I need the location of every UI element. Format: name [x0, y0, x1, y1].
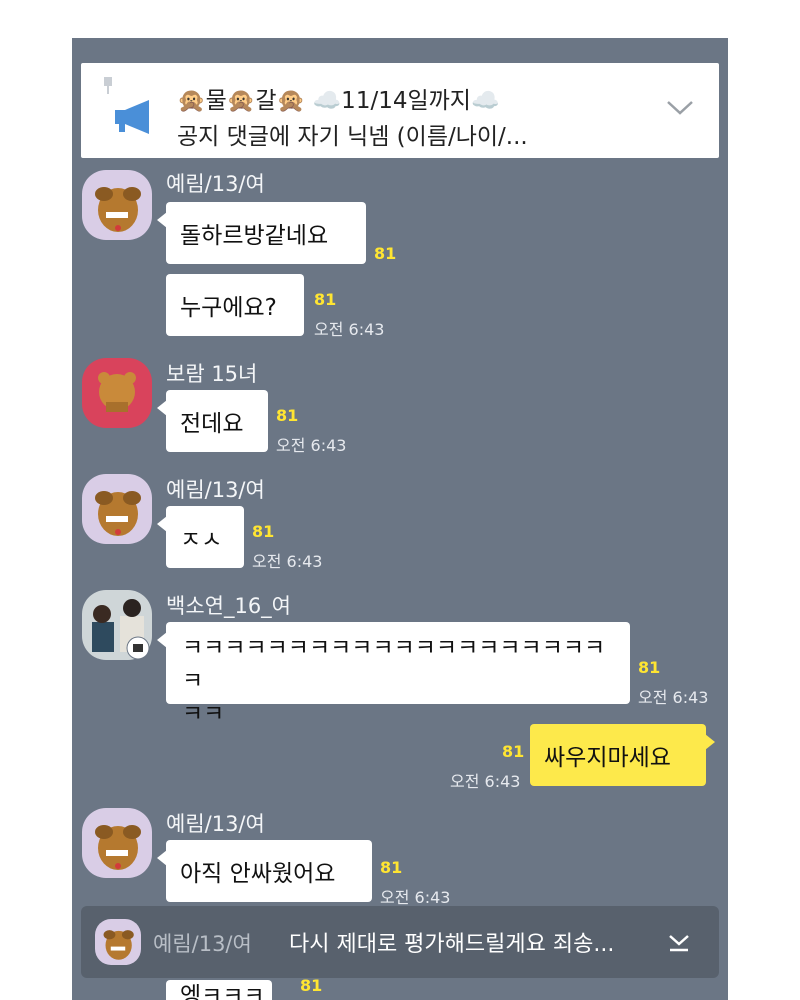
preview-text: 다시 제대로 평가해드릴게요 죄송... — [289, 932, 615, 957]
avatar[interactable] — [82, 358, 152, 428]
chat-screen: 🙊물🙊갈🙊 ☁️11/14일까지☁️ 공지 댓글에 자기 닉넴 (이름/나이/.… — [72, 38, 728, 1000]
unread-count: 81 — [374, 244, 397, 263]
message-line: ㅋㅋㅋㅋㅋㅋㅋㅋㅋㅋㅋㅋㅋㅋㅋㅋㅋㅋㅋㅋㅋ — [182, 635, 606, 694]
timestamp: 오전 6:43 — [450, 772, 521, 791]
chat-badge-icon — [126, 636, 150, 660]
unread-count: 81 — [276, 406, 299, 425]
message-bubble[interactable]: ㅋㅋㅋㅋㅋㅋㅋㅋㅋㅋㅋㅋㅋㅋㅋㅋㅋㅋㅋㅋㅋ ㅋㅋ — [157, 622, 630, 727]
timestamp: 오전 6:43 — [638, 688, 709, 707]
chevron-down-icon[interactable] — [665, 97, 695, 117]
avatar[interactable] — [82, 808, 152, 878]
unread-count: 81 — [314, 290, 337, 309]
unread-count: 81 — [502, 742, 525, 761]
avatar[interactable] — [82, 474, 152, 544]
message-bubble[interactable]: 전데요 — [157, 390, 268, 452]
scroll-down-icon[interactable] — [667, 930, 691, 954]
pin-icon — [104, 77, 112, 94]
timestamp: 오전 6:43 — [252, 552, 323, 571]
sender-name: 예림/13/여 — [166, 478, 265, 502]
timestamp: 오전 6:43 — [276, 436, 347, 455]
timestamp: 오전 6:43 — [314, 320, 385, 339]
my-message-bubble[interactable]: 싸우지마세요 — [530, 724, 715, 786]
preview-sender: 예림/13/여 — [153, 932, 252, 956]
megaphone-icon — [115, 100, 149, 134]
notice-body: 공지 댓글에 자기 닉넴 (이름/나이/... — [177, 124, 528, 150]
sender-name: 보람 15녀 — [166, 362, 258, 386]
avatar[interactable] — [82, 170, 152, 240]
message-bubble[interactable]: ㅈㅅ — [157, 506, 244, 568]
unread-count: 81 — [638, 658, 661, 677]
message-bubble[interactable]: 아직 안싸웠어요 — [157, 840, 372, 902]
avatar — [95, 919, 141, 965]
unread-count: 81 — [300, 976, 323, 995]
message-bubble[interactable]: 누구에요? — [166, 274, 304, 336]
new-message-preview[interactable]: 예림/13/여 다시 제대로 평가해드릴게요 죄송... — [81, 906, 719, 978]
sender-name: 예림/13/여 — [166, 812, 265, 836]
sender-name: 백소연_16_여 — [166, 594, 292, 618]
message-bubble[interactable]: 돌하르방같네요 — [157, 202, 366, 264]
unread-count: 81 — [380, 858, 403, 877]
notice-banner[interactable]: 🙊물🙊갈🙊 ☁️11/14일까지☁️ 공지 댓글에 자기 닉넴 (이름/나이/.… — [81, 63, 719, 158]
notice-title: 🙊물🙊갈🙊 ☁️11/14일까지☁️ — [177, 88, 500, 114]
sender-name: 예림/13/여 — [166, 172, 265, 196]
unread-count: 81 — [252, 522, 275, 541]
timestamp: 오전 6:43 — [380, 888, 451, 907]
message-bubble[interactable]: 엥ㅋㅋㅋ — [166, 980, 272, 1000]
